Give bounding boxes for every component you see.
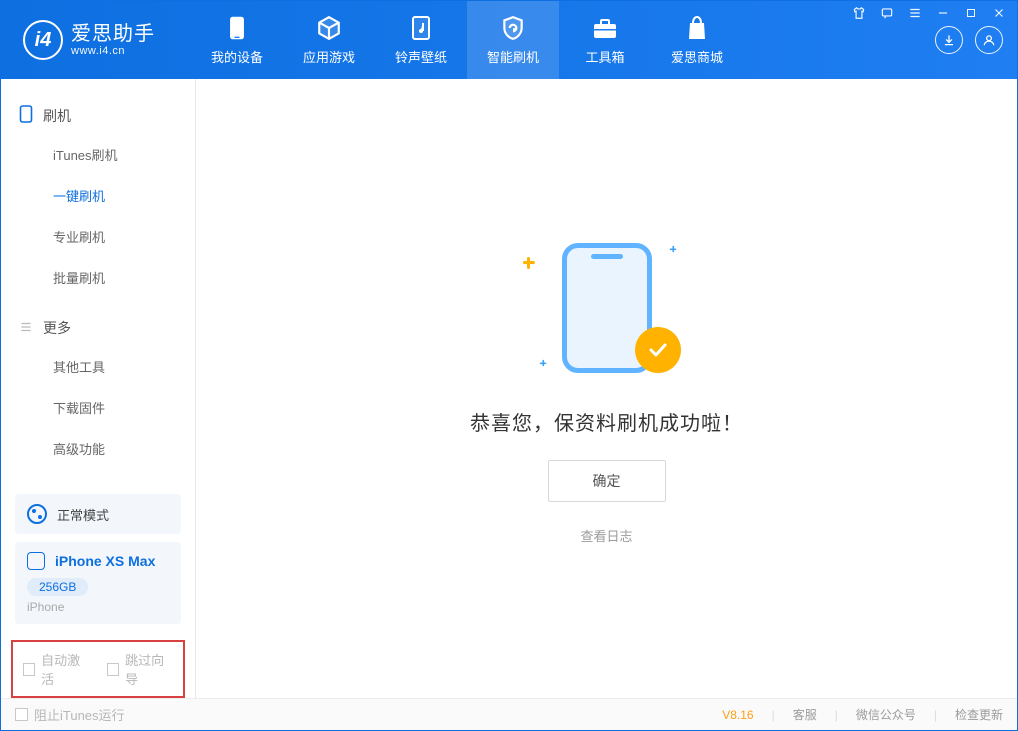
account-button[interactable]	[975, 26, 1003, 54]
mode-card[interactable]: 正常模式	[15, 494, 181, 534]
sidebar-group-more: 更多	[1, 310, 195, 346]
download-button[interactable]	[935, 26, 963, 54]
tab-smart-flash[interactable]: 智能刷机	[467, 1, 559, 79]
footer: 阻止iTunes运行 V8.16 | 客服 | 微信公众号 | 检查更新	[1, 698, 1017, 730]
tab-label: 智能刷机	[487, 47, 539, 66]
app-url: www.i4.cn	[71, 45, 155, 57]
separator: |	[835, 708, 838, 722]
cube-icon	[316, 15, 342, 41]
success-illustration	[527, 233, 687, 383]
checkbox-label: 跳过向导	[125, 650, 173, 688]
app-title: 爱思助手	[71, 23, 155, 45]
mode-label: 正常模式	[57, 505, 109, 524]
tab-ringtones-wallpaper[interactable]: 铃声壁纸	[375, 1, 467, 79]
check-badge-icon	[635, 327, 681, 373]
device-name: iPhone XS Max	[55, 553, 155, 569]
sidebar-item-batch-flash[interactable]: 批量刷机	[1, 257, 195, 298]
sidebar-group-flash: 刷机	[1, 97, 195, 134]
checkbox-icon	[107, 663, 119, 676]
tab-toolbox[interactable]: 工具箱	[559, 1, 651, 79]
nav-tabs: 我的设备 应用游戏 铃声壁纸 智能刷机 工具箱 爱思商城	[191, 1, 743, 79]
tab-store[interactable]: 爱思商城	[651, 1, 743, 79]
checkbox-label: 自动激活	[41, 650, 89, 688]
minimize-icon[interactable]	[935, 5, 951, 21]
device-icon	[224, 15, 250, 41]
tab-my-device[interactable]: 我的设备	[191, 1, 283, 79]
sidebar-item-other-tools[interactable]: 其他工具	[1, 346, 195, 387]
header: i4 爱思助手 www.i4.cn 我的设备 应用游戏 铃声壁纸 智能刷机 工具…	[1, 1, 1017, 79]
footer-link-wechat[interactable]: 微信公众号	[856, 706, 916, 723]
success-message: 恭喜您，保资料刷机成功啦！	[470, 407, 743, 436]
device-card[interactable]: iPhone XS Max 256GB iPhone	[15, 542, 181, 624]
main-content: 恭喜您，保资料刷机成功啦！ 确定 查看日志	[196, 79, 1017, 698]
tab-label: 我的设备	[211, 47, 263, 66]
music-file-icon	[408, 15, 434, 41]
sparkle-icon	[669, 245, 676, 252]
checkbox-icon	[23, 663, 35, 676]
checkbox-label: 阻止iTunes运行	[34, 705, 125, 724]
tab-label: 应用游戏	[303, 47, 355, 66]
logo-icon: i4	[23, 20, 63, 60]
sidebar: 刷机 iTunes刷机 一键刷机 专业刷机 批量刷机 更多 其他工具 下载固件 …	[1, 79, 196, 698]
footer-link-update[interactable]: 检查更新	[955, 706, 1003, 723]
separator: |	[772, 708, 775, 722]
bag-icon	[684, 15, 710, 41]
sparkle-icon	[539, 359, 546, 366]
list-icon	[19, 320, 33, 337]
footer-link-support[interactable]: 客服	[793, 706, 817, 723]
options-highlight-box: 自动激活 跳过向导	[11, 640, 185, 698]
toolbox-icon	[592, 15, 618, 41]
sidebar-item-download-firmware[interactable]: 下载固件	[1, 387, 195, 428]
sidebar-item-itunes-flash[interactable]: iTunes刷机	[1, 134, 195, 175]
view-log-link[interactable]: 查看日志	[580, 526, 632, 545]
separator: |	[934, 708, 937, 722]
titlebar-controls	[851, 5, 1007, 21]
checkbox-auto-activate[interactable]: 自动激活	[23, 650, 89, 688]
sidebar-group-title: 刷机	[43, 106, 71, 126]
close-icon[interactable]	[991, 5, 1007, 21]
tab-apps-games[interactable]: 应用游戏	[283, 1, 375, 79]
tab-label: 铃声壁纸	[395, 47, 447, 66]
logo: i4 爱思助手 www.i4.cn	[1, 1, 191, 79]
skin-icon[interactable]	[851, 5, 867, 21]
mode-icon	[27, 504, 47, 524]
maximize-icon[interactable]	[963, 5, 979, 21]
sidebar-item-oneclick-flash[interactable]: 一键刷机	[1, 175, 195, 216]
menu-icon[interactable]	[907, 5, 923, 21]
tab-label: 工具箱	[585, 47, 624, 66]
shield-refresh-icon	[500, 15, 526, 41]
sparkle-icon	[523, 257, 535, 269]
phone-icon	[19, 105, 33, 126]
checkbox-icon	[15, 708, 28, 721]
tab-label: 爱思商城	[671, 47, 723, 66]
sidebar-item-pro-flash[interactable]: 专业刷机	[1, 216, 195, 257]
device-type: iPhone	[27, 600, 169, 614]
device-icon	[27, 552, 45, 570]
version-label: V8.16	[722, 708, 753, 722]
feedback-icon[interactable]	[879, 5, 895, 21]
sidebar-group-title: 更多	[43, 318, 71, 338]
checkbox-skip-guide[interactable]: 跳过向导	[107, 650, 173, 688]
checkbox-block-itunes[interactable]: 阻止iTunes运行	[15, 705, 125, 724]
confirm-button[interactable]: 确定	[548, 460, 666, 502]
sidebar-item-advanced[interactable]: 高级功能	[1, 428, 195, 469]
device-storage: 256GB	[27, 578, 88, 596]
